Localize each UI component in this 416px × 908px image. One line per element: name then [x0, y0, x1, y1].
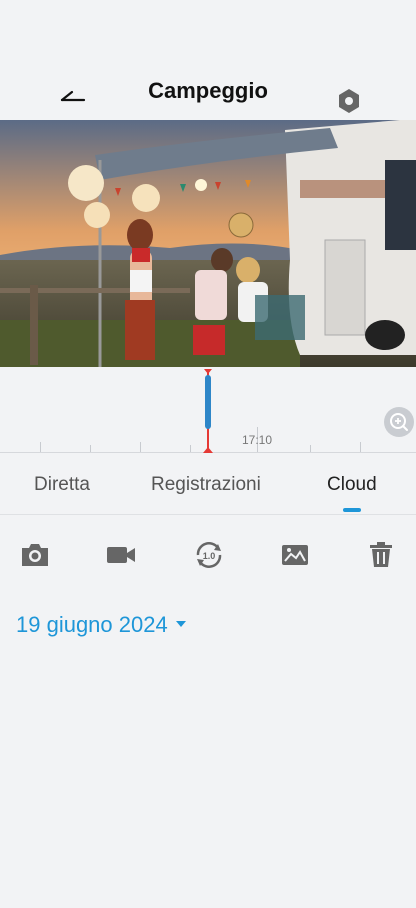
- top-header: Campeggio: [0, 0, 416, 120]
- gallery-button[interactable]: [278, 540, 312, 570]
- active-tab-indicator: [343, 508, 361, 512]
- camera-feed-image: [0, 120, 416, 367]
- dropdown-caret-icon: [175, 621, 186, 627]
- delete-button[interactable]: [364, 540, 398, 570]
- playback-speed-button[interactable]: 1.0: [192, 540, 226, 570]
- timeline-tick: [310, 445, 311, 452]
- trash-icon: [370, 542, 392, 567]
- timeline-tick: [190, 445, 191, 452]
- date-selector[interactable]: 19 giugno 2024: [16, 612, 186, 642]
- tab-cloud[interactable]: Cloud: [327, 474, 377, 496]
- zoom-in-icon: [390, 413, 408, 431]
- tab-bar: Diretta Registrazioni Cloud: [0, 458, 416, 515]
- timeline-time-label: 17:10: [242, 433, 273, 447]
- video-camera-icon: [107, 547, 135, 563]
- image-icon: [282, 545, 308, 565]
- snapshot-button[interactable]: [18, 540, 52, 570]
- tab-recordings[interactable]: Registrazioni: [151, 474, 261, 496]
- playback-speed-icon: 1.0: [196, 542, 222, 568]
- timeline-tick: [360, 442, 361, 452]
- playhead-bottom-marker: [203, 447, 213, 453]
- settings-button[interactable]: [334, 86, 364, 116]
- playhead-top-marker: [204, 369, 212, 374]
- video-player[interactable]: [0, 120, 416, 367]
- record-video-button[interactable]: [104, 540, 138, 570]
- timeline-tick: [140, 442, 141, 452]
- speed-badge-text: 1.0: [203, 551, 216, 561]
- recording-clip[interactable]: [205, 375, 211, 429]
- timeline-tick: [90, 445, 91, 452]
- camera-icon: [22, 544, 48, 566]
- timeline-tick: [40, 442, 41, 452]
- date-label: 19 giugno 2024: [16, 612, 168, 637]
- hexagon-settings-icon: [339, 89, 359, 113]
- tab-live[interactable]: Diretta: [34, 474, 90, 496]
- zoom-button[interactable]: [384, 407, 414, 437]
- timeline-scrubber[interactable]: 17:10: [0, 367, 416, 457]
- action-toolbar: 1.0: [0, 530, 416, 580]
